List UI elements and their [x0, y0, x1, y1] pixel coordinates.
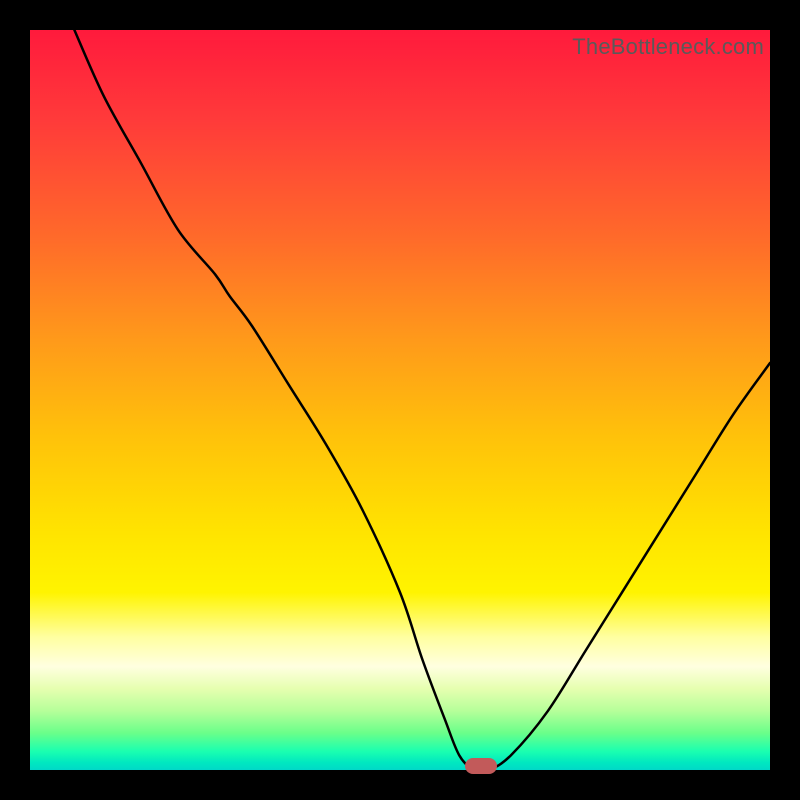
chart-frame: TheBottleneck.com [0, 0, 800, 800]
bottleneck-marker [465, 758, 497, 774]
plot-area: TheBottleneck.com [30, 30, 770, 770]
bottleneck-curve [30, 30, 770, 770]
